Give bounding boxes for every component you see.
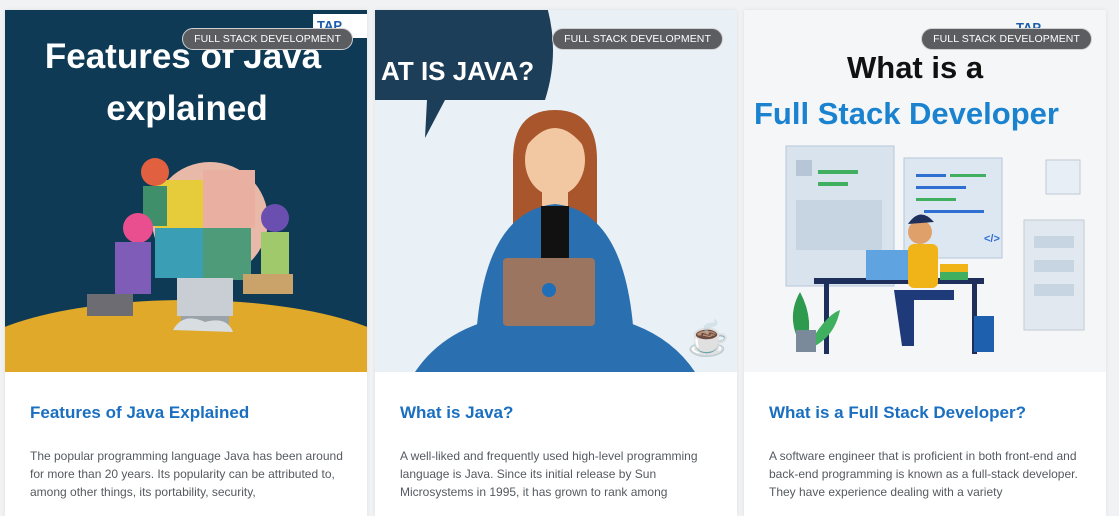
features-of-java-illustration: Features of Java explained TAP	[5, 10, 367, 372]
image-bubble-text: AT IS JAVA?	[381, 56, 534, 86]
card-thumbnail[interactable]: AT IS JAVA? ☕ FULL STACK DEVELOPMENT	[375, 10, 737, 372]
card-excerpt: A well-liked and frequently used high-le…	[400, 449, 698, 499]
image-code-tag: </>	[984, 233, 1000, 245]
category-badge[interactable]: FULL STACK DEVELOPMENT	[921, 28, 1092, 50]
card-thumbnail[interactable]: Features of Java explained TAP FULL STAC…	[5, 10, 367, 372]
category-badge[interactable]: FULL STACK DEVELOPMENT	[182, 28, 353, 50]
blog-card-grid: Features of Java explained TAP FULL STAC…	[0, 0, 1119, 516]
image-heading-line2: explained	[106, 89, 267, 128]
card-excerpt: The popular programming language Java ha…	[30, 449, 343, 499]
blog-card[interactable]: What is a Full Stack Developer TAP </>	[744, 10, 1106, 516]
image-heading-line2: Full Stack Developer	[754, 96, 1059, 131]
card-title[interactable]: What is Java?	[400, 403, 513, 423]
blog-card[interactable]: AT IS JAVA? ☕ FULL STACK DEVELOPMENT Wha…	[375, 10, 737, 516]
card-title[interactable]: Features of Java Explained	[30, 403, 249, 423]
card-title[interactable]: What is a Full Stack Developer?	[769, 403, 1026, 423]
full-stack-developer-illustration: What is a Full Stack Developer TAP </>	[744, 10, 1106, 372]
blog-card[interactable]: Features of Java explained TAP FULL STAC…	[5, 10, 367, 516]
image-heading-line1: What is a	[847, 50, 984, 85]
what-is-java-illustration: AT IS JAVA? ☕	[375, 10, 737, 372]
category-badge[interactable]: FULL STACK DEVELOPMENT	[552, 28, 723, 50]
card-excerpt: A software engineer that is proficient i…	[769, 449, 1078, 499]
card-thumbnail[interactable]: What is a Full Stack Developer TAP </>	[744, 10, 1106, 372]
svg-text:☕: ☕	[687, 318, 729, 358]
